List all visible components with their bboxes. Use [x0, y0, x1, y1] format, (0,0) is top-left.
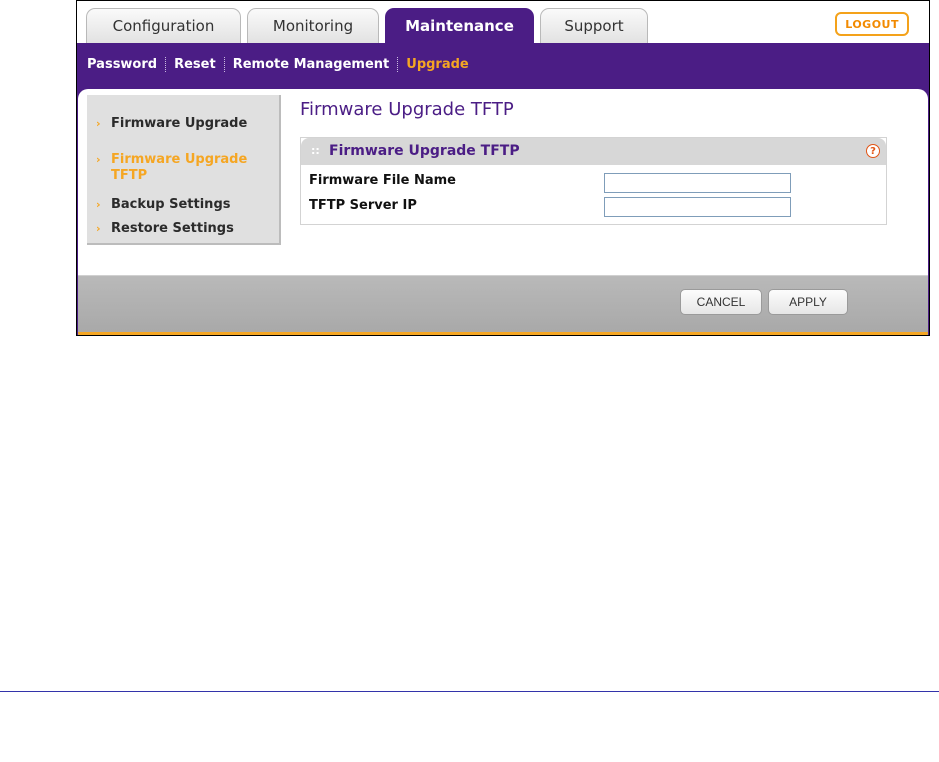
sidebar-item-label: Backup Settings — [111, 197, 231, 212]
panel-header: :: Firmware Upgrade TFTP ? — [301, 138, 886, 165]
action-bar: CANCEL APPLY — [78, 275, 928, 335]
router-admin-window: Configuration Monitoring Maintenance Sup… — [76, 0, 930, 336]
apply-button[interactable]: APPLY — [768, 289, 848, 315]
panel-title: Firmware Upgrade TFTP — [329, 143, 520, 159]
subnav-divider — [223, 57, 225, 72]
sub-navigation: Password Reset Remote Management Upgrade — [77, 43, 929, 89]
help-icon[interactable]: ? — [866, 144, 880, 158]
tab-monitoring[interactable]: Monitoring — [247, 8, 379, 43]
main-tabs: Configuration Monitoring Maintenance Sup… — [86, 8, 648, 43]
sidebar-menu: › Firmware Upgrade › Firmware Upgrade TF… — [87, 95, 281, 245]
sidebar-item-label: Restore Settings — [111, 221, 234, 236]
tab-configuration[interactable]: Configuration — [86, 8, 241, 43]
subnav-divider — [165, 57, 167, 72]
subnav-reset[interactable]: Reset — [174, 57, 216, 72]
footer-accent-bar — [78, 332, 928, 335]
logout-button[interactable]: LOGOUT — [835, 12, 909, 36]
sidebar-item-label: Firmware Upgrade TFTP — [111, 152, 248, 183]
sidebar-item-firmware-upgrade[interactable]: › Firmware Upgrade — [96, 116, 267, 132]
chevron-right-icon: › — [96, 117, 101, 130]
cancel-button[interactable]: CANCEL — [680, 289, 762, 315]
tab-support[interactable]: Support — [540, 8, 648, 43]
firmware-upgrade-tftp-panel: :: Firmware Upgrade TFTP ? Firmware File… — [300, 137, 887, 225]
page-title: Firmware Upgrade TFTP — [300, 99, 514, 120]
chevron-right-icon: › — [96, 222, 101, 235]
firmware-file-name-label: Firmware File Name — [309, 173, 456, 188]
sidebar-item-restore-settings[interactable]: › Restore Settings — [96, 221, 267, 237]
tftp-server-ip-label: TFTP Server IP — [309, 198, 417, 213]
subnav-remote-management[interactable]: Remote Management — [233, 57, 390, 72]
sidebar-item-firmware-upgrade-tftp[interactable]: › Firmware Upgrade TFTP — [96, 152, 267, 184]
subnav-password[interactable]: Password — [87, 57, 157, 72]
firmware-file-name-input[interactable] — [604, 173, 791, 193]
chevron-right-icon: › — [96, 198, 101, 211]
sidebar-item-label: Firmware Upgrade — [111, 116, 248, 131]
page-divider — [0, 691, 939, 692]
tftp-server-ip-input[interactable] — [604, 197, 791, 217]
content-area: › Firmware Upgrade › Firmware Upgrade TF… — [77, 89, 929, 335]
subnav-upgrade[interactable]: Upgrade — [406, 57, 468, 72]
tab-maintenance[interactable]: Maintenance — [385, 8, 534, 43]
subnav-divider — [397, 57, 399, 72]
sidebar-item-backup-settings[interactable]: › Backup Settings — [96, 197, 267, 213]
grip-icon: :: — [311, 144, 320, 157]
chevron-right-icon: › — [96, 153, 101, 166]
